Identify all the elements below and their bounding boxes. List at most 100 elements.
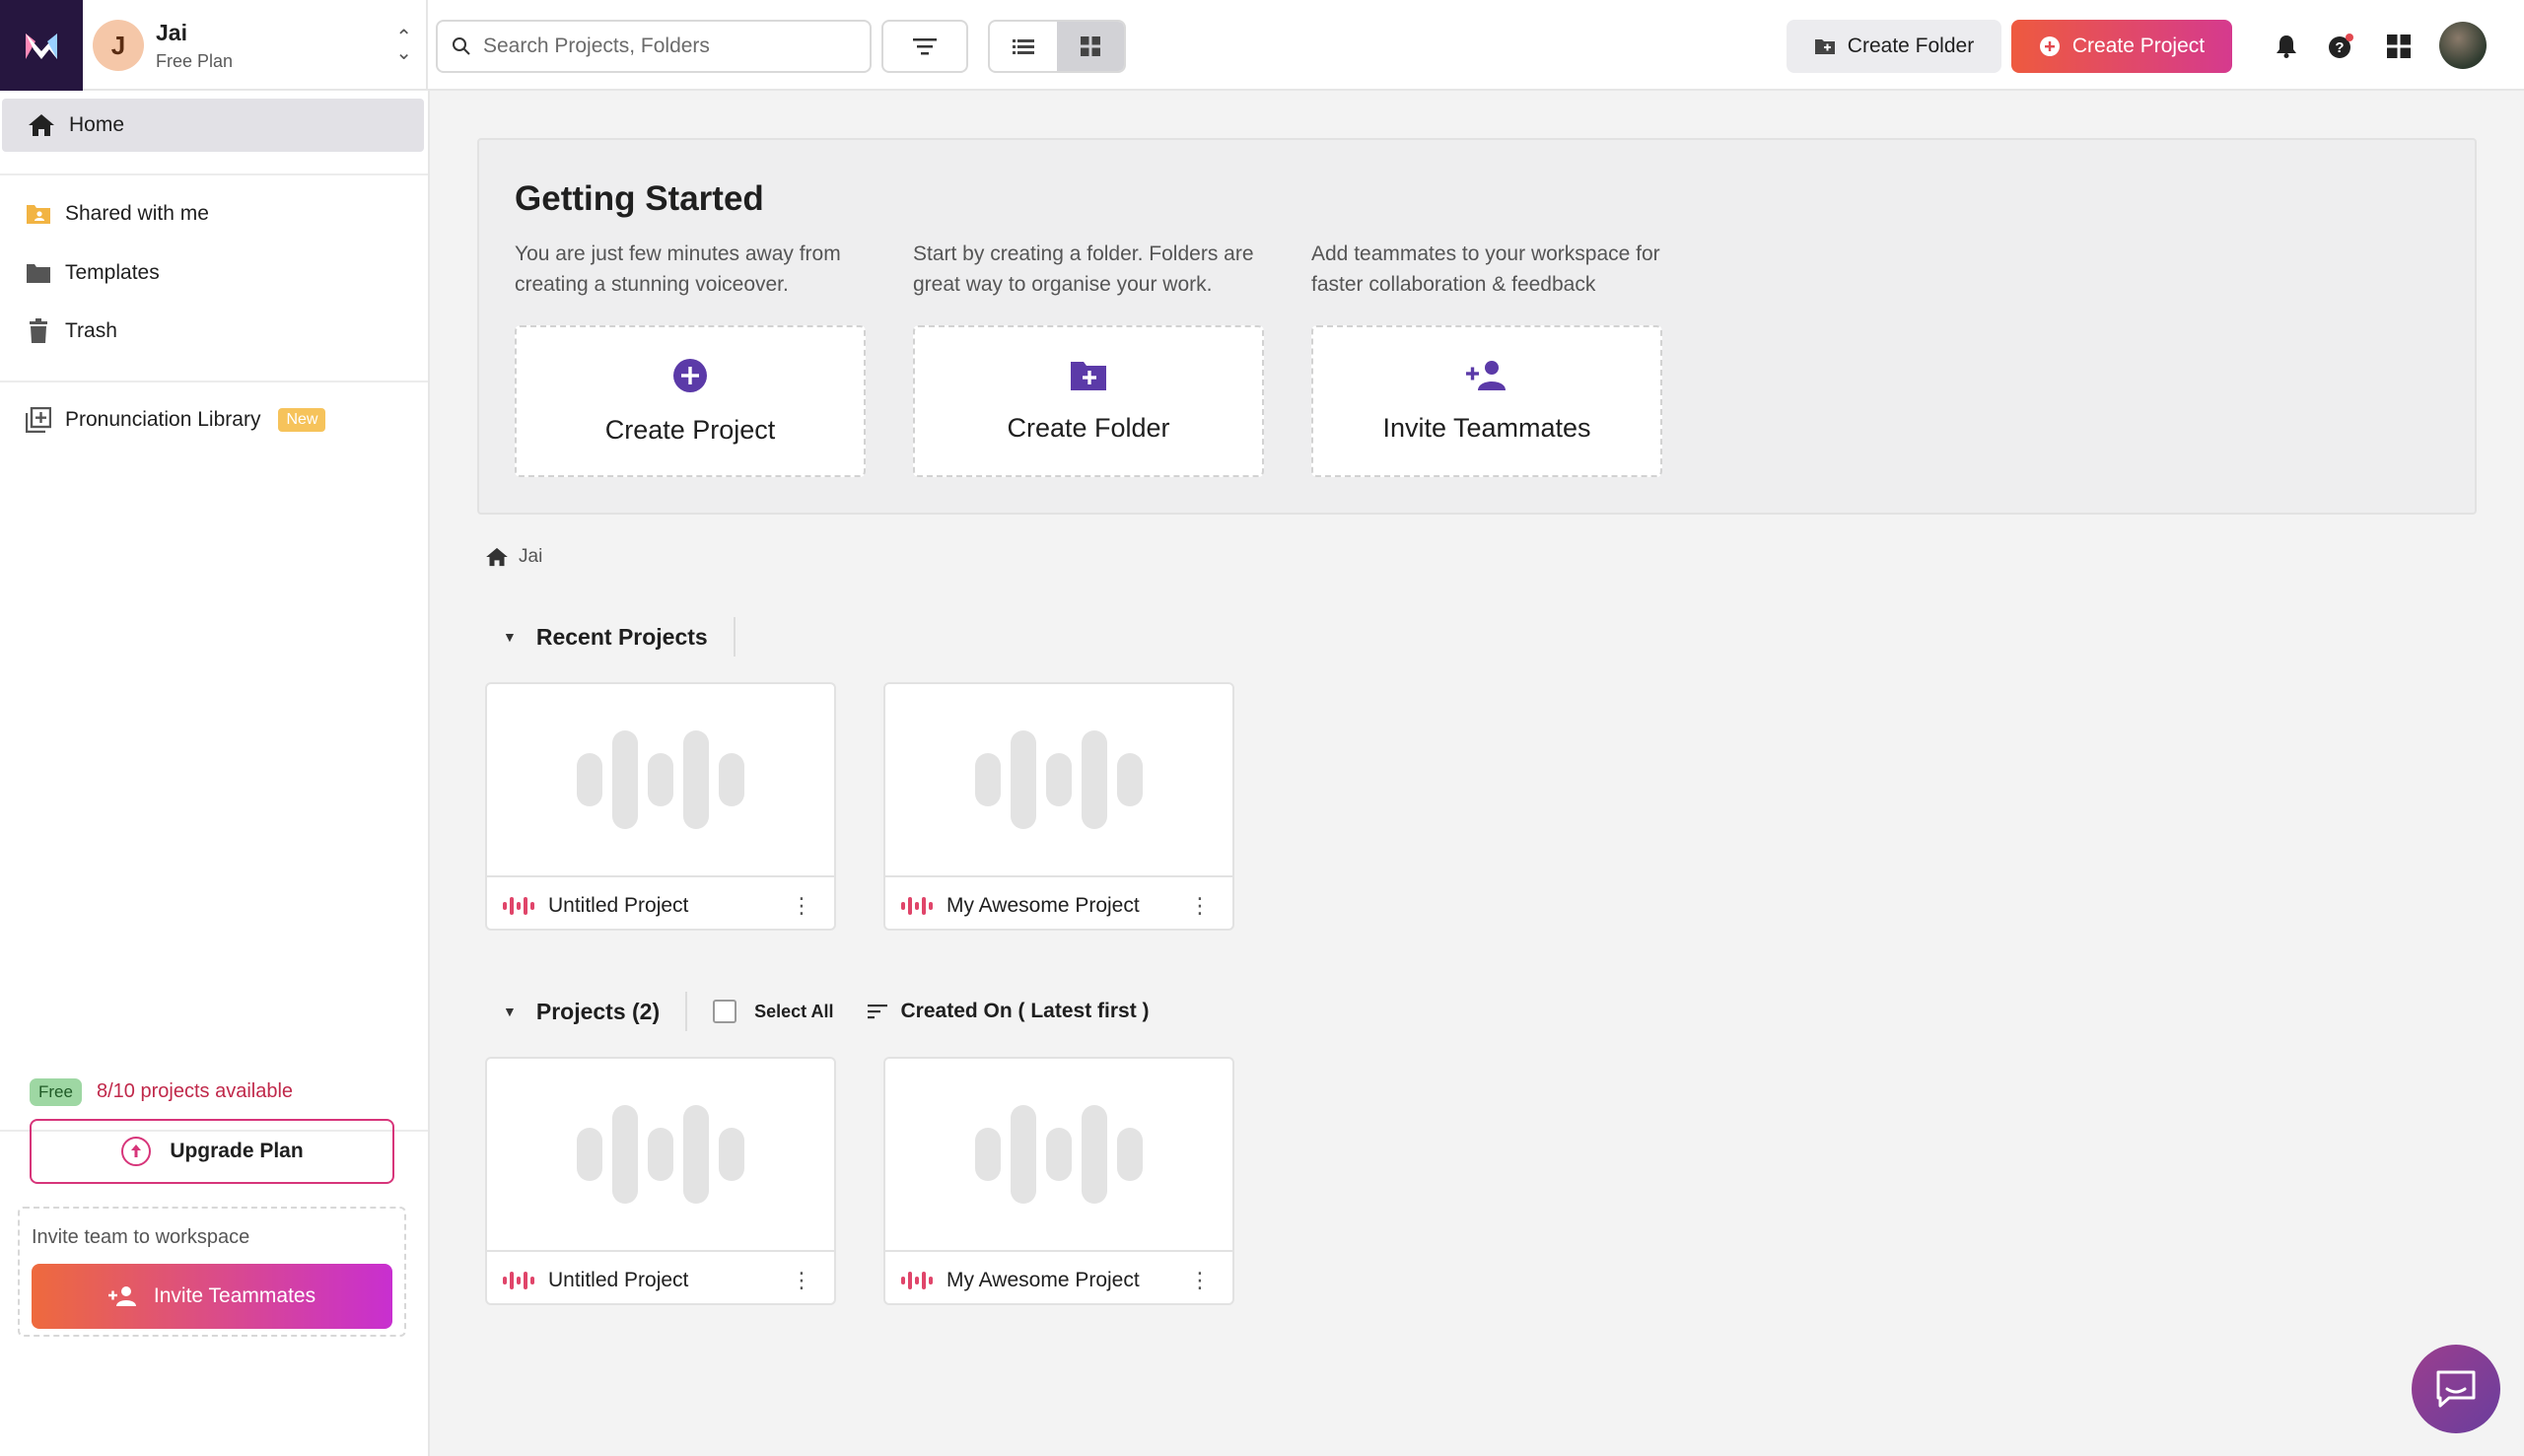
create-project-card[interactable]: Create Project [515, 325, 866, 477]
projects-title: Projects (2) [535, 998, 661, 1024]
project-card-footer: My Awesome Project [885, 879, 1232, 929]
sidebar-item-label: Pronunciation Library [65, 408, 261, 431]
arrow-up-circle-icon [121, 1137, 152, 1166]
waveform-placeholder-icon [885, 684, 1232, 877]
recent-projects-title: Recent Projects [535, 623, 708, 650]
waveform-icon [503, 1272, 534, 1289]
sort-label: Created On ( Latest first ) [900, 1000, 1150, 1022]
sidebar-divider [0, 381, 428, 382]
sidebar-item-home[interactable]: Home [2, 99, 424, 152]
plus-circle-icon [2039, 36, 2060, 56]
project-card[interactable]: My Awesome Project ⋮ [883, 1057, 1234, 1305]
invite-team-panel: Invite team to workspace Invite Teammate… [18, 1207, 406, 1337]
user-avatar[interactable] [2439, 22, 2487, 69]
create-folder-button[interactable]: Create Folder [1787, 20, 2001, 73]
home-icon [29, 114, 54, 136]
bell-icon[interactable] [2270, 30, 2303, 63]
chat-support-button[interactable] [2412, 1345, 2500, 1433]
sidebar-item-templates[interactable]: Templates [0, 246, 426, 300]
person-add-icon [1466, 360, 1506, 390]
sidebar-item-label: Home [69, 113, 125, 136]
breadcrumb[interactable]: Jai [485, 546, 542, 568]
library-icon [26, 407, 51, 433]
projects-availability: 8/10 projects available [97, 1080, 294, 1102]
list-icon [1013, 39, 1034, 54]
recent-projects-header[interactable]: ▼ Recent Projects [503, 617, 761, 657]
create-folder-card[interactable]: Create Folder [913, 325, 1264, 477]
project-name: Untitled Project [548, 894, 689, 917]
filter-button[interactable] [881, 20, 968, 73]
breadcrumb-label: Jai [519, 546, 543, 567]
more-vertical-icon[interactable]: ⋮ [1189, 879, 1211, 929]
folder-icon [27, 264, 50, 283]
sidebar-item-label: Shared with me [65, 202, 209, 225]
workspace-avatar: J [93, 20, 144, 71]
sidebar-item-shared[interactable]: Shared with me [0, 187, 426, 241]
filter-icon [913, 38, 937, 55]
invite-teammates-card[interactable]: Invite Teammates [1311, 325, 1662, 477]
sidebar-item-trash[interactable]: Trash [0, 305, 426, 358]
create-folder-description: Start by creating a folder. Folders are … [913, 243, 1254, 296]
project-card-footer: My Awesome Project [885, 1254, 1232, 1303]
header-divider [685, 992, 688, 1031]
sort-icon [867, 1005, 887, 1019]
upgrade-plan-button[interactable]: Upgrade Plan [30, 1119, 394, 1184]
more-vertical-icon[interactable]: ⋮ [1189, 1254, 1211, 1303]
create-project-button[interactable]: Create Project [2011, 20, 2232, 73]
person-add-icon [107, 1286, 136, 1306]
chevron-updown-icon: ⌃ ⌄ [395, 27, 412, 64]
chat-icon [2436, 1370, 2476, 1408]
list-view-button[interactable] [990, 22, 1057, 71]
project-card[interactable]: Untitled Project ⋮ [485, 1057, 836, 1305]
shared-folder-icon [27, 205, 50, 224]
project-card-footer: Untitled Project [487, 879, 834, 929]
logo-icon [26, 34, 57, 59]
create-folder-card-label: Create Folder [1007, 412, 1170, 443]
project-name: My Awesome Project [946, 894, 1140, 917]
sidebar-invite-teammates-button[interactable]: Invite Teammates [32, 1264, 392, 1329]
invite-teammates-description: Add teammates to your workspace for fast… [1311, 243, 1660, 296]
recent-project-card[interactable]: Untitled Project ⋮ [485, 682, 836, 931]
app-logo[interactable] [0, 0, 83, 91]
project-card-footer: Untitled Project [487, 1254, 834, 1303]
invite-teammates-card-label: Invite Teammates [1382, 412, 1591, 443]
projects-header: ▼ Projects (2) Select All Created On ( L… [503, 992, 1150, 1031]
workspace-switcher[interactable]: J Jai Free Plan ⌃ ⌄ [83, 0, 428, 91]
sort-button[interactable]: Created On ( Latest first ) [867, 1000, 1150, 1023]
help-icon[interactable]: ? [2324, 30, 2357, 63]
search-bar[interactable] [436, 20, 872, 73]
plus-circle-icon [673, 358, 707, 392]
recent-project-card[interactable]: My Awesome Project ⋮ [883, 682, 1234, 931]
workspace-plan: Free Plan [156, 51, 234, 71]
create-folder-label: Create Folder [1847, 35, 1975, 57]
apps-grid-icon[interactable] [2382, 30, 2416, 63]
new-badge: New [278, 408, 326, 432]
create-project-card-label: Create Project [604, 414, 776, 445]
grid-view-button[interactable] [1057, 22, 1124, 71]
waveform-icon [503, 897, 534, 915]
workspace-name: Jai [156, 20, 187, 45]
select-all-checkbox[interactable] [713, 1000, 737, 1023]
sidebar-item-label: Trash [65, 319, 117, 342]
more-vertical-icon[interactable]: ⋮ [791, 879, 812, 929]
top-bar: J Jai Free Plan ⌃ ⌄ Search Projects, Fol… [0, 0, 2524, 91]
waveform-placeholder-icon [487, 684, 834, 877]
folder-plus-icon [1071, 361, 1106, 390]
header-divider [733, 617, 736, 657]
caret-down-icon[interactable]: ▼ [503, 1004, 517, 1019]
waveform-placeholder-icon [487, 1059, 834, 1252]
trash-icon [30, 318, 47, 343]
upgrade-plan-label: Upgrade Plan [170, 1140, 304, 1162]
waveform-icon [901, 1272, 933, 1289]
home-icon [486, 547, 508, 567]
invite-teammates-label: Invite Teammates [153, 1284, 316, 1307]
caret-down-icon: ▼ [503, 629, 517, 645]
sidebar-divider [0, 173, 428, 175]
sidebar-item-label: Templates [65, 261, 160, 284]
more-vertical-icon[interactable]: ⋮ [791, 1254, 812, 1303]
waveform-placeholder-icon [885, 1059, 1232, 1252]
svg-text:?: ? [2335, 39, 2344, 56]
sidebar-item-pronunciation-library[interactable]: Pronunciation Library New [0, 393, 426, 447]
search-input[interactable] [483, 35, 858, 58]
create-project-label: Create Project [2071, 35, 2206, 57]
